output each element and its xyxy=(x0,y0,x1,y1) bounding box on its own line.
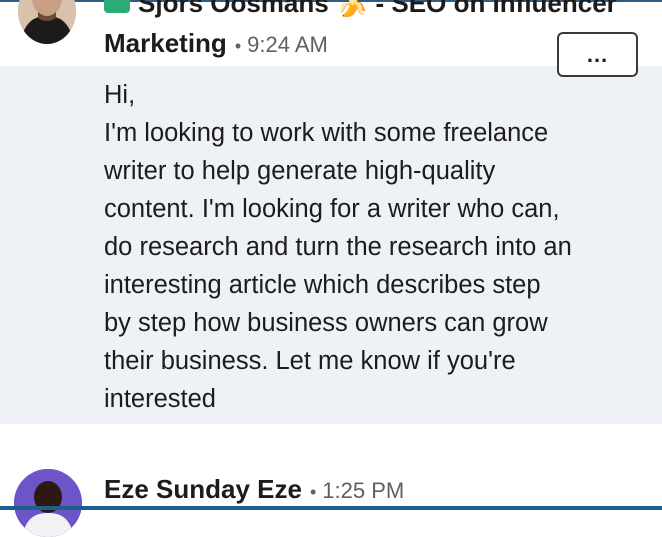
message-line: Hi, xyxy=(104,81,136,109)
avatar-next-sender[interactable] xyxy=(14,469,82,537)
avatar-next-sender-image xyxy=(14,469,82,537)
next-message-timestamp[interactable]: 1:25 PM xyxy=(322,478,404,504)
online-status-icon xyxy=(104,0,130,13)
message-line: writer to help generate high-quality xyxy=(104,157,496,185)
more-actions-icon: ... xyxy=(586,41,609,67)
message-line: interested xyxy=(104,385,216,413)
previous-sender-name[interactable]: Sjors Oosmans 🍌 - SEO on Influencer xyxy=(138,0,617,19)
sender-name[interactable]: Marketing xyxy=(104,28,227,59)
separator-dot: • xyxy=(309,482,317,502)
message-body: Hi, I'm looking to work with some freela… xyxy=(104,76,654,418)
message-line: do research and turn the research into a… xyxy=(104,233,572,261)
separator-dot: • xyxy=(234,36,242,56)
avatar-previous-sender-image xyxy=(18,0,76,44)
message-line: content. I'm looking for a writer who ca… xyxy=(104,195,560,223)
message-line: by step how business owners can grow xyxy=(104,309,548,337)
message-line: interesting article which describes step xyxy=(104,271,541,299)
next-sender-name[interactable]: Eze Sunday Eze xyxy=(104,474,302,505)
previous-sender-header: Sjors Oosmans 🍌 - SEO on Influencer xyxy=(104,0,617,19)
avatar-previous-sender[interactable] xyxy=(18,0,76,44)
message-line: their business. Let me know if you're xyxy=(104,347,516,375)
message-timestamp[interactable]: 9:24 AM xyxy=(247,32,328,58)
message-header: Marketing • 9:24 AM xyxy=(104,28,328,59)
next-message-header: Eze Sunday Eze • 1:25 PM xyxy=(104,474,404,505)
more-actions-button[interactable]: ... xyxy=(557,32,638,77)
message-line: I'm looking to work with some freelance xyxy=(104,119,549,147)
bottom-divider xyxy=(0,506,662,510)
